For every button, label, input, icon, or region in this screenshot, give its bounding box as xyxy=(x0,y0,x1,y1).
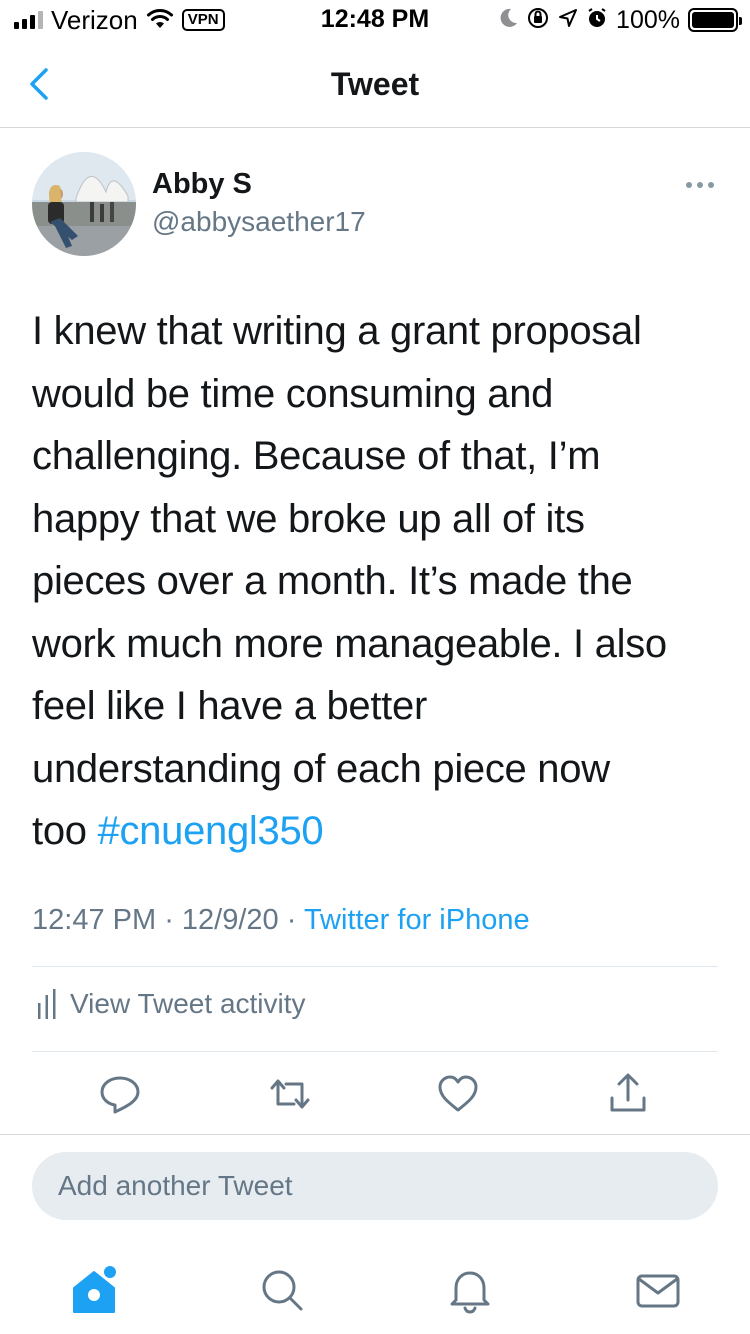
carrier-name: Verizon xyxy=(51,4,138,35)
meta-separator: · xyxy=(278,904,304,936)
battery-icon xyxy=(688,8,742,32)
more-options-button[interactable] xyxy=(682,178,718,192)
reply-icon xyxy=(100,1076,140,1114)
tweet-text-line: happy that we broke up all of its xyxy=(32,496,585,541)
tweet-text-line: challenging. Because of that, I’m xyxy=(32,434,601,478)
tweet-text-line: I knew that writing a grant proposal xyxy=(32,309,642,353)
more-dot-icon xyxy=(708,182,714,188)
page-title: Tweet xyxy=(330,66,420,102)
battery-percent: 100% xyxy=(616,5,680,34)
tweet-source-link[interactable]: Twitter for iPhone xyxy=(304,904,530,936)
author-handle[interactable]: @abbysaether17 xyxy=(152,206,366,238)
tweet-text-line: pieces over a month. It’s made the xyxy=(32,559,633,603)
activity-label: View Tweet activity xyxy=(70,988,306,1019)
search-icon xyxy=(262,1270,303,1311)
tab-notifications[interactable] xyxy=(442,1262,498,1318)
avatar[interactable] xyxy=(32,152,136,256)
tweet-text-line: would be time consuming and xyxy=(32,371,554,416)
divider xyxy=(32,966,718,967)
status-bar-left: Verizon VPN xyxy=(14,4,225,35)
messages-icon xyxy=(636,1274,680,1308)
status-bar: Verizon VPN 12:48 PM 100% xyxy=(0,0,750,40)
compose-placeholder: Add another Tweet xyxy=(58,1170,293,1201)
avatar-photo xyxy=(32,152,136,256)
activity-chart-icon xyxy=(38,989,56,1019)
divider xyxy=(32,1051,718,1052)
meta-separator: · xyxy=(156,904,182,936)
cell-signal-icon xyxy=(14,11,43,29)
wifi-icon xyxy=(146,7,174,34)
tweet-text-line: work much more manageable. I also xyxy=(32,621,667,666)
retweet-icon xyxy=(270,1079,310,1109)
retweet-button[interactable] xyxy=(266,1070,314,1118)
vpn-badge: VPN xyxy=(181,9,225,31)
location-icon xyxy=(558,8,578,33)
tab-messages[interactable] xyxy=(630,1262,686,1318)
view-tweet-activity-button[interactable]: View Tweet activity xyxy=(36,988,306,1020)
share-icon xyxy=(610,1073,646,1112)
tweet-text-line: understanding of each piece now xyxy=(32,746,610,791)
more-dot-icon xyxy=(686,182,692,188)
tweet-text-line: feel like I have a better xyxy=(32,684,427,728)
tweet-text: I knew that writing a grant proposal wou… xyxy=(32,300,722,863)
tab-bar xyxy=(0,1250,750,1334)
notifications-icon xyxy=(450,1271,490,1314)
tweet-time: 12:47 PM xyxy=(32,904,157,936)
add-another-tweet-input[interactable]: Add another Tweet xyxy=(32,1152,718,1220)
reply-button[interactable] xyxy=(96,1070,144,1118)
chevron-left-icon xyxy=(30,68,48,100)
tab-search[interactable] xyxy=(254,1262,310,1318)
moon-icon xyxy=(498,7,518,34)
status-bar-right: 100% xyxy=(498,5,742,35)
orientation-lock-icon xyxy=(526,6,550,35)
tweet-text-line: too xyxy=(32,809,98,853)
back-button[interactable] xyxy=(22,64,62,104)
hashtag-link[interactable]: #cnuengl350 xyxy=(98,809,324,853)
tab-home[interactable] xyxy=(66,1262,122,1318)
divider xyxy=(0,1134,750,1135)
author-name[interactable]: Abby S xyxy=(152,168,252,201)
tweet-actions xyxy=(0,1070,750,1126)
tweet-text-last-line: too #cnuengl350 xyxy=(32,800,722,863)
like-icon xyxy=(438,1075,478,1112)
home-icon xyxy=(73,1266,116,1313)
more-dot-icon xyxy=(697,182,703,188)
tweet-meta: 12:47 PM · 12/9/20 · Twitter for iPhone xyxy=(32,904,530,937)
alarm-icon xyxy=(586,7,608,34)
like-button[interactable] xyxy=(434,1070,482,1118)
tweet-date: 12/9/20 xyxy=(181,904,279,936)
nav-bar: Tweet xyxy=(0,40,750,128)
share-button[interactable] xyxy=(604,1070,652,1118)
